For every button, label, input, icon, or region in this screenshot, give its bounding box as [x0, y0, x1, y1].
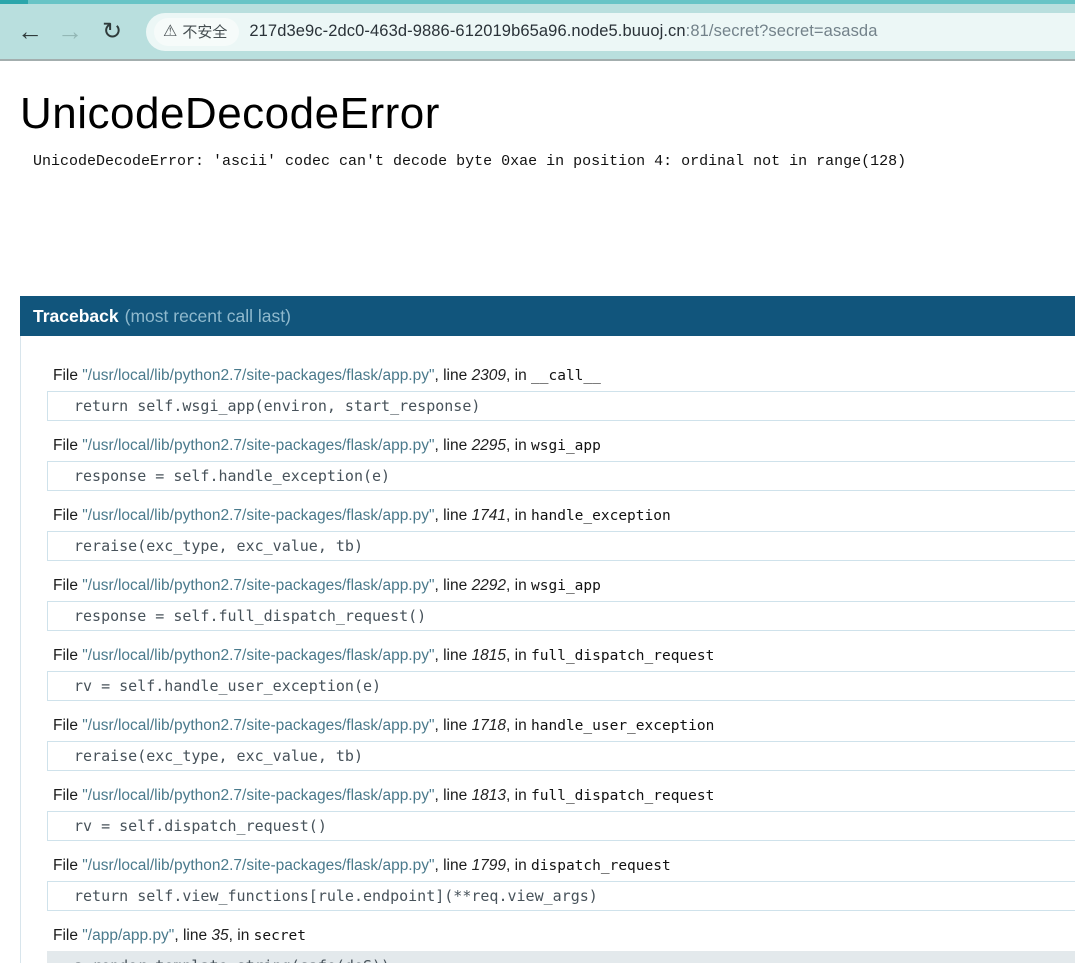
frame-function-name: wsgi_app	[531, 578, 601, 594]
reload-button[interactable]: ↻	[92, 12, 132, 52]
frame-line-number: 2309	[472, 367, 506, 384]
address-bar[interactable]: ⚠ 不安全 217d3e9c-2dc0-463d-9886-612019b65a…	[146, 13, 1075, 51]
frame-source-line[interactable]: rv = self.dispatch_request()	[47, 811, 1075, 841]
frame-filename: "/usr/local/lib/python2.7/site-packages/…	[82, 717, 434, 734]
frame-function-name: secret	[254, 928, 306, 944]
frame-line-number: 1813	[472, 787, 506, 804]
frame-function-name: full_dispatch_request	[531, 788, 714, 804]
frame-function-name: full_dispatch_request	[531, 648, 714, 664]
frame-line-number: 2292	[472, 577, 506, 594]
frame-function-name: handle_exception	[531, 508, 671, 524]
frame-filename: "/app/app.py"	[82, 927, 174, 944]
traceback-frame: File "/usr/local/lib/python2.7/site-pack…	[47, 786, 1075, 841]
frame-function-name: handle_user_exception	[531, 718, 714, 734]
frame-info: File "/usr/local/lib/python2.7/site-pack…	[47, 716, 1075, 736]
frame-source-line[interactable]: response = self.full_dispatch_request()	[47, 601, 1075, 631]
frame-info: File "/usr/local/lib/python2.7/site-pack…	[47, 576, 1075, 596]
back-button[interactable]: ←	[10, 12, 50, 52]
frame-line-number: 1718	[472, 717, 506, 734]
security-chip[interactable]: ⚠ 不安全	[154, 18, 239, 46]
traceback-frames: File "/usr/local/lib/python2.7/site-pack…	[20, 336, 1075, 963]
frame-source-line[interactable]: rv = self.handle_user_exception(e)	[47, 671, 1075, 701]
frame-line-number: 35	[211, 927, 228, 944]
frame-line-number: 1815	[472, 647, 506, 664]
frame-function-name: dispatch_request	[531, 858, 671, 874]
frame-source-line[interactable]: return self.view_functions[rule.endpoint…	[47, 881, 1075, 911]
frame-filename: "/usr/local/lib/python2.7/site-packages/…	[82, 647, 434, 664]
url-host: 217d3e9c-2dc0-463d-9886-612019b65a96.nod…	[249, 22, 685, 40]
frame-source-line[interactable]: a=render_template_string(safe(deS))	[47, 951, 1075, 963]
traceback-frame: File "/usr/local/lib/python2.7/site-pack…	[47, 576, 1075, 631]
frame-function-name: __call__	[531, 368, 601, 384]
frame-filename: "/usr/local/lib/python2.7/site-packages/…	[82, 437, 434, 454]
traceback-frame: File "/usr/local/lib/python2.7/site-pack…	[47, 366, 1075, 421]
frame-info: File "/usr/local/lib/python2.7/site-pack…	[47, 366, 1075, 386]
traceback-frame: File "/usr/local/lib/python2.7/site-pack…	[47, 716, 1075, 771]
frame-filename: "/usr/local/lib/python2.7/site-packages/…	[82, 577, 434, 594]
traceback-title: Traceback	[33, 306, 119, 327]
frame-source-line[interactable]: response = self.handle_exception(e)	[47, 461, 1075, 491]
traceback-header: Traceback (most recent call last)	[20, 296, 1075, 336]
frame-info: File "/usr/local/lib/python2.7/site-pack…	[47, 856, 1075, 876]
frame-line-number: 1741	[472, 507, 506, 524]
traceback-frame: File "/usr/local/lib/python2.7/site-pack…	[47, 646, 1075, 701]
warning-triangle-icon: ⚠	[163, 24, 177, 40]
browser-chrome: ← → ↻ ⚠ 不安全 217d3e9c-2dc0-463d-9886-6120…	[0, 0, 1075, 61]
traceback-frame: File "/app/app.py", line 35, in secret a…	[47, 926, 1075, 963]
frame-filename: "/usr/local/lib/python2.7/site-packages/…	[82, 787, 434, 804]
url-text: 217d3e9c-2dc0-463d-9886-612019b65a96.nod…	[249, 22, 877, 41]
frame-source-line[interactable]: reraise(exc_type, exc_value, tb)	[47, 531, 1075, 561]
security-chip-label: 不安全	[182, 21, 227, 42]
frame-info: File "/usr/local/lib/python2.7/site-pack…	[47, 786, 1075, 806]
frame-source-line[interactable]: return self.wsgi_app(environ, start_resp…	[47, 391, 1075, 421]
traceback-frame: File "/usr/local/lib/python2.7/site-pack…	[47, 436, 1075, 491]
traceback-subtitle: (most recent call last)	[125, 306, 291, 327]
frame-source-line[interactable]: reraise(exc_type, exc_value, tb)	[47, 741, 1075, 771]
traceback-frame: File "/usr/local/lib/python2.7/site-pack…	[47, 856, 1075, 911]
exception-title: UnicodeDecodeError	[20, 89, 1075, 139]
frame-info: File "/app/app.py", line 35, in secret	[47, 926, 1075, 946]
exception-message: UnicodeDecodeError: 'ascii' codec can't …	[33, 153, 1075, 170]
frame-line-number: 1799	[472, 857, 506, 874]
frame-info: File "/usr/local/lib/python2.7/site-pack…	[47, 506, 1075, 526]
traceback-panel: Traceback (most recent call last) File "…	[20, 296, 1075, 963]
frame-filename: "/usr/local/lib/python2.7/site-packages/…	[82, 857, 434, 874]
frame-filename: "/usr/local/lib/python2.7/site-packages/…	[82, 507, 434, 524]
frame-info: File "/usr/local/lib/python2.7/site-pack…	[47, 436, 1075, 456]
traceback-frame: File "/usr/local/lib/python2.7/site-pack…	[47, 506, 1075, 561]
frame-info: File "/usr/local/lib/python2.7/site-pack…	[47, 646, 1075, 666]
forward-button[interactable]: →	[50, 12, 90, 52]
url-path: :81/secret?secret=asasda	[686, 22, 878, 40]
frame-function-name: wsgi_app	[531, 438, 601, 454]
browser-toolbar: ← → ↻ ⚠ 不安全 217d3e9c-2dc0-463d-9886-6120…	[0, 4, 1075, 59]
debugger-page: UnicodeDecodeError UnicodeDecodeError: '…	[0, 89, 1075, 170]
frame-filename: "/usr/local/lib/python2.7/site-packages/…	[82, 367, 434, 384]
frame-line-number: 2295	[472, 437, 506, 454]
